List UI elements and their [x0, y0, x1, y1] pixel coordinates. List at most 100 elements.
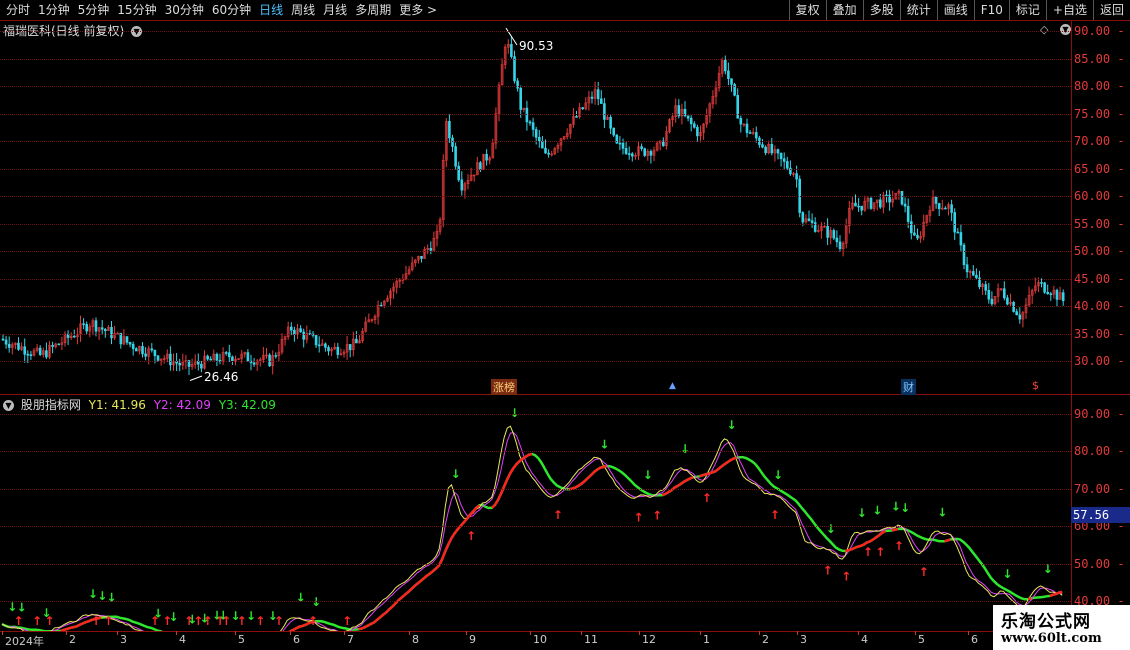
price-gridline [0, 361, 1071, 362]
tab-2[interactable]: 5分钟 [74, 0, 114, 20]
tab-6[interactable]: 日线 [255, 0, 287, 20]
y3-up-segment [947, 538, 952, 542]
y3-up-segment [528, 452, 533, 456]
y3-up-segment [75, 623, 81, 628]
indicator-gridline [0, 413, 1071, 415]
candle-body [299, 328, 302, 333]
indicator-gridline [0, 488, 1071, 490]
cai-marker[interactable]: 财 [901, 379, 916, 395]
toolbar-button-3[interactable]: 统计 [899, 0, 937, 20]
toolbar-button-8[interactable]: 返回 [1092, 0, 1130, 20]
toolbar-button-4[interactable]: 画线 [936, 0, 974, 20]
candle-body [835, 237, 839, 243]
tab-10[interactable]: 更多 > [395, 0, 441, 20]
candle-body [317, 344, 321, 347]
y3-up-segment [295, 625, 301, 630]
date-tick [759, 631, 760, 635]
candle-body [274, 355, 278, 357]
low-pointer [189, 375, 203, 381]
candle-body [1049, 293, 1053, 296]
candle-body [643, 148, 647, 156]
candle-body [754, 132, 758, 139]
candle-body [860, 205, 864, 211]
candle-body [327, 347, 330, 352]
candle-body [1002, 288, 1006, 299]
date-tick [344, 631, 345, 635]
tab-0[interactable]: 分时 [2, 0, 34, 20]
y3-up-segment [667, 489, 673, 494]
y3-up-segment [379, 613, 385, 619]
candle-body [950, 204, 953, 213]
date-axis: 2024年 2 3 4 5 6 7 8 9 10 11 12 1 2 3 4 5 6 [0, 631, 1071, 650]
tab-1[interactable]: 1分钟 [34, 0, 74, 20]
candle-body [810, 220, 814, 223]
tab-5[interactable]: 60分钟 [208, 0, 255, 20]
candle-body [104, 328, 107, 332]
toolbar-button-2[interactable]: 多股 [862, 0, 900, 20]
y3-up-segment [723, 461, 729, 466]
buy-arrow-icon: ↑ [553, 508, 563, 522]
toolbar-button-1[interactable]: 叠加 [825, 0, 863, 20]
y3-up-segment [292, 627, 298, 631]
candle-body [903, 203, 907, 207]
y3-up-segment [435, 564, 440, 570]
candle-body [627, 153, 631, 155]
tab-7[interactable]: 周线 [287, 0, 319, 20]
triangle-marker-icon[interactable]: ▲ [667, 381, 678, 391]
y3-up-segment [404, 591, 409, 596]
candle-body [937, 203, 941, 210]
toolbar-button-7[interactable]: +自选 [1045, 0, 1093, 20]
y3-up-segment [490, 504, 496, 509]
candle-body [228, 352, 231, 358]
y3-up-segment [376, 616, 381, 621]
toolbar-button-5[interactable]: F10 [973, 0, 1009, 20]
y3-up-segment [878, 531, 884, 537]
candle-body [990, 298, 994, 305]
y3-up-segment [1027, 597, 1032, 601]
candle-body [807, 218, 811, 221]
candle-body [531, 122, 535, 130]
candle-body [1043, 282, 1046, 293]
price-gridline [0, 141, 1071, 142]
candle-body [971, 271, 975, 276]
price-axis-label: 60.00 - [1074, 189, 1125, 203]
toolbar-button-6[interactable]: 标记 [1008, 0, 1046, 20]
y3-up-segment [702, 473, 707, 477]
date-tick [858, 631, 859, 635]
zhangbang-marker[interactable]: 涨榜 [491, 379, 517, 395]
y3-up-segment [711, 470, 716, 474]
candle-body [420, 255, 423, 259]
candle-body [900, 190, 904, 205]
y3-up-segment [683, 478, 688, 483]
toolbar-right-buttons: 复权 叠加 多股 统计 画线 F10 标记 +自选 返回 [788, 0, 1130, 20]
tab-8[interactable]: 月线 [319, 0, 351, 20]
date-label: 1 [703, 633, 710, 646]
y3-up-segment [708, 471, 713, 475]
candle-body [913, 232, 916, 236]
indicator-axis-label: 80.00 - [1074, 444, 1125, 459]
tab-3[interactable]: 15分钟 [113, 0, 160, 20]
y3-up-segment [385, 608, 391, 614]
y3-up-segment [869, 538, 874, 543]
y3-up-segment [472, 506, 478, 513]
candle-body [29, 354, 33, 356]
candle-body [770, 144, 774, 154]
candle-body [454, 146, 457, 167]
tab-9[interactable]: 多周期 [351, 0, 395, 20]
candle-body [776, 149, 780, 154]
tab-4[interactable]: 30分钟 [161, 0, 208, 20]
dollar-marker[interactable]: $ [1030, 379, 1041, 392]
y3-up-segment [854, 545, 859, 550]
candle-body [612, 127, 616, 136]
y3-up-segment [661, 492, 666, 497]
candle-body [869, 197, 873, 209]
toolbar-button-0[interactable]: 复权 [788, 0, 826, 20]
buy-arrow-icon: ↑ [91, 614, 101, 628]
candle-body [581, 107, 585, 110]
date-label: 6 [971, 633, 978, 646]
buy-arrow-icon: ↑ [702, 491, 712, 505]
date-tick [581, 631, 582, 635]
price-axis-label: 90.00 - [1074, 24, 1125, 38]
date-label: 2 [762, 633, 769, 646]
y3-up-segment [525, 453, 530, 458]
